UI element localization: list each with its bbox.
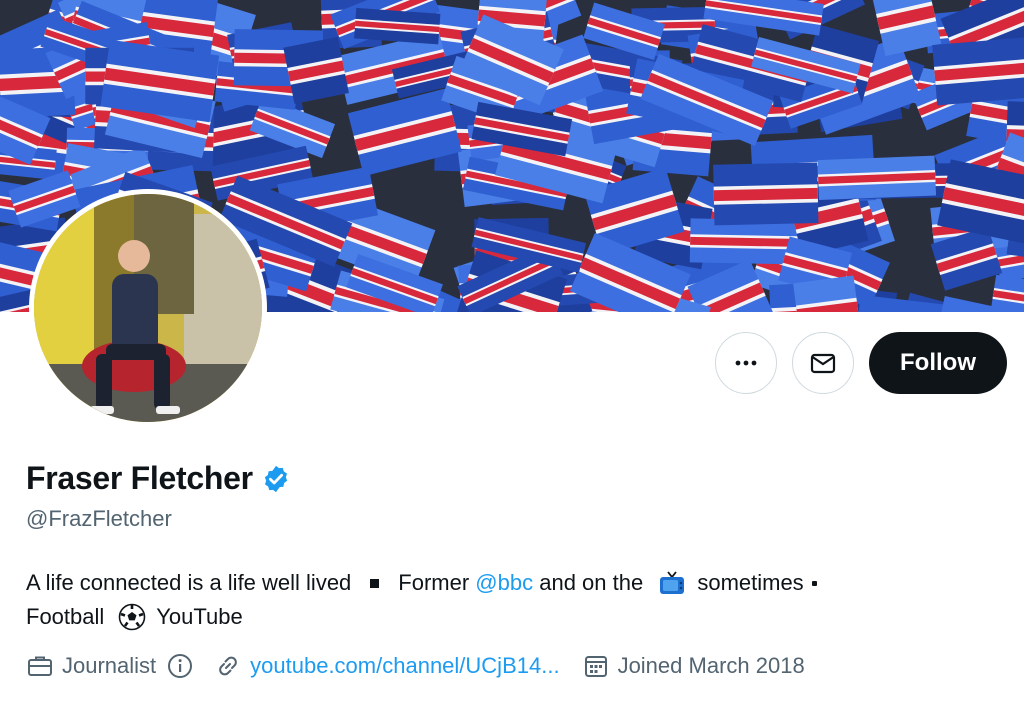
bullet-separator [811,580,817,586]
follow-button[interactable]: Follow [869,332,1007,394]
calendar-icon [582,652,610,680]
category-label: Journalist [62,653,157,678]
bio-text: sometimes [697,570,804,595]
avatar[interactable] [29,189,267,427]
mention-link[interactable]: @bbc [475,566,533,600]
website-link[interactable]: youtube.com/channel/UCjB14... [250,653,559,679]
profile-bio: A life connected is a life well lived Fo… [26,566,986,634]
bio-text: A life connected is a life well lived [26,570,352,595]
info-icon[interactable] [166,652,194,680]
link-icon [214,652,242,680]
joined-date: Joined March 2018 [617,653,805,678]
message-button[interactable] [792,332,854,394]
display-name: Fraser Fletcher [26,460,253,496]
more-dots-icon [735,360,757,366]
black-square-icon [370,578,380,588]
bio-line-1: A life connected is a life well lived Fo… [26,566,986,600]
bio-text: YouTube [156,604,243,629]
username-handle: @FrazFletcher [26,506,172,531]
bio-text: Football [26,604,105,629]
avatar-image [34,194,262,422]
envelope-icon [810,353,836,374]
more-options-button[interactable] [715,332,777,394]
category-item: Journalist [26,652,194,680]
joined-item: Joined March 2018 [582,652,805,680]
bio-text: and on the [533,570,650,595]
verified-badge-icon[interactable] [261,464,291,494]
bio-line-2: Football YouTube [26,600,986,634]
bio-text: Former [398,570,476,595]
briefcase-icon [26,652,54,680]
profile-meta: Journalist youtube.com/channel/UCjB14... [26,652,805,680]
profile-actions: Follow [715,332,1007,394]
website-item: youtube.com/channel/UCjB14... [214,652,560,680]
soccer-ball-icon [118,603,146,631]
profile-name-row: Fraser Fletcher [26,460,291,497]
television-icon [659,570,685,596]
